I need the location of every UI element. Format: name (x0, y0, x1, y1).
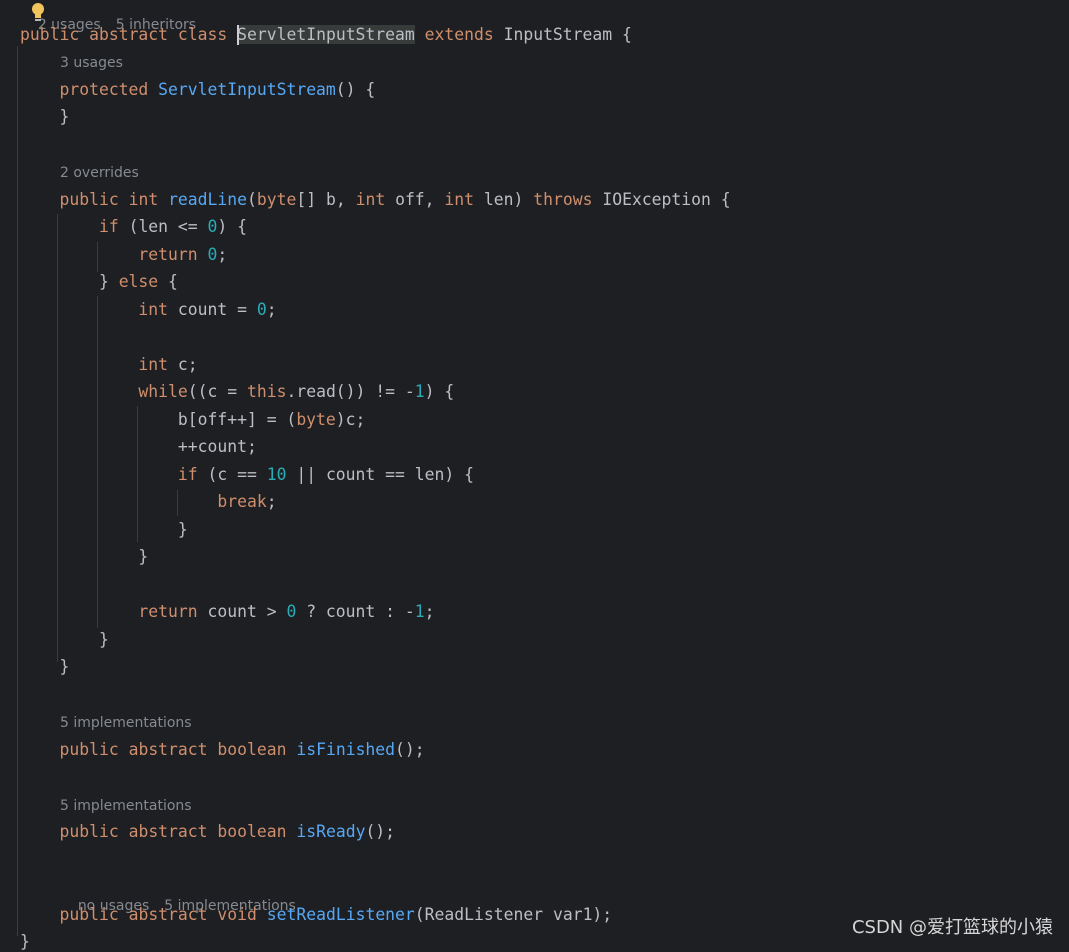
class-name[interactable]: ServletInputStream (237, 25, 415, 45)
code-line[interactable]: if (c == 10 || count == len) { (20, 465, 474, 485)
code-line-ctor[interactable]: protected ServletInputStream() { (20, 80, 375, 100)
code-line[interactable]: } (20, 520, 188, 540)
code-line-setlistener[interactable]: public abstract void setReadListener(Rea… (20, 905, 612, 925)
code-editor[interactable]: 2 usages 5 inheritors public abstract cla… (0, 0, 1069, 951)
setlistener-hint[interactable]: no usages 5 implementations (60, 879, 296, 914)
code-line[interactable]: } (20, 547, 148, 567)
isready-impl-hint[interactable]: 5 implementations (60, 797, 192, 815)
code-line[interactable]: if (len <= 0) { (20, 217, 247, 237)
ctor-usage-hint[interactable]: 3 usages (60, 54, 123, 72)
code-line[interactable]: return count > 0 ? count : -1; (20, 602, 434, 622)
code-line[interactable]: ++count; (20, 437, 257, 457)
isfinished-impl-hint[interactable]: 5 implementations (60, 714, 192, 732)
code-line[interactable]: int count = 0; (20, 300, 276, 320)
super-class[interactable]: InputStream (504, 25, 613, 44)
indent-guide (97, 296, 98, 628)
code-line[interactable]: } (20, 657, 69, 677)
code-line[interactable]: while((c = this.read()) != -1) { (20, 382, 454, 402)
code-line-class-close[interactable]: } (20, 932, 30, 952)
code-line[interactable]: } else { (20, 272, 178, 292)
code-line-ctor-close[interactable]: } (20, 107, 69, 127)
readline-overrides-hint[interactable]: 2 overrides (60, 164, 139, 182)
lightbulb-icon[interactable] (30, 2, 46, 24)
code-line[interactable]: int c; (20, 355, 197, 375)
code-line[interactable]: } (20, 630, 109, 650)
code-line[interactable]: break; (20, 492, 276, 512)
code-line-isready[interactable]: public abstract boolean isReady(); (20, 822, 395, 842)
code-line-class[interactable]: public abstract class ServletInputStream… (20, 25, 632, 45)
watermark: CSDN @爱打篮球的小猿 (851, 917, 1053, 938)
code-line-isfinished[interactable]: public abstract boolean isFinished(); (20, 740, 424, 760)
code-line[interactable]: return 0; (20, 245, 227, 265)
code-line[interactable]: b[off++] = (byte)c; (20, 410, 366, 430)
code-line-readline[interactable]: public int readLine(byte[] b, int off, i… (20, 190, 730, 210)
class-usage-hint[interactable]: 2 usages 5 inheritors (20, 0, 196, 33)
indent-guide (17, 46, 18, 936)
